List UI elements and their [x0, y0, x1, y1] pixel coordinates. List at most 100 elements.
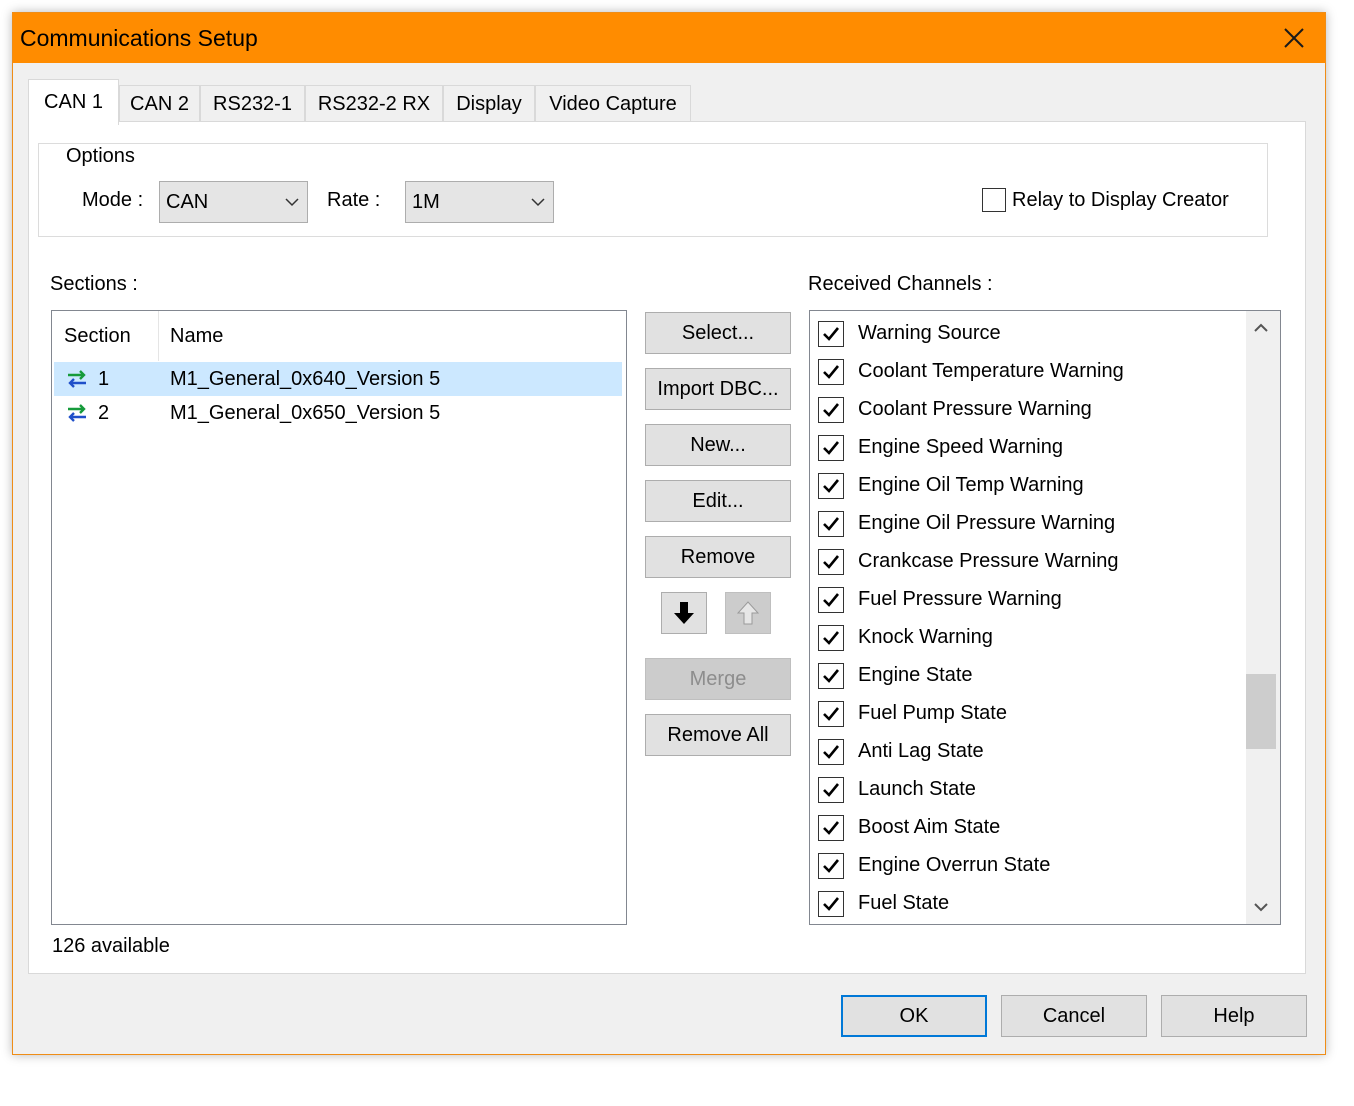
channel-name: Engine Oil Temp Warning [858, 474, 1084, 496]
tab-rs232-1[interactable]: RS232-1 [200, 85, 305, 123]
channel-checkbox[interactable] [818, 359, 844, 385]
checkmark-icon [823, 517, 840, 531]
arrow-down-icon [674, 602, 694, 624]
section-number: 1 [98, 368, 110, 390]
channel-checkbox[interactable] [818, 549, 844, 575]
channel-list-item[interactable]: Fuel Pressure Warning [818, 581, 1238, 619]
channel-name: Engine Speed Warning [858, 436, 1063, 458]
channel-list-item[interactable]: Crankcase Pressure Warning [818, 543, 1238, 581]
channel-checkbox[interactable] [818, 815, 844, 841]
edit-button[interactable]: Edit... [645, 480, 791, 522]
close-icon [1284, 28, 1304, 48]
channel-list-item[interactable]: Engine Oil Temp Warning [818, 467, 1238, 505]
select-button[interactable]: Select... [645, 312, 791, 354]
channel-checkbox[interactable] [818, 739, 844, 765]
channel-checkbox[interactable] [818, 625, 844, 651]
merge-button[interactable]: Merge [645, 658, 791, 700]
transfer-arrows-icon [68, 370, 86, 388]
tab-video-capture[interactable]: Video Capture [535, 85, 691, 123]
channel-list-item[interactable]: Engine Oil Pressure Warning [818, 505, 1238, 543]
column-header-section[interactable]: Section [52, 311, 158, 361]
channel-name: Launch State [858, 778, 976, 800]
chevron-down-icon [1254, 903, 1268, 912]
channel-name: Fuel Pressure Warning [858, 588, 1062, 610]
section-name: M1_General_0x650_Version 5 [170, 402, 441, 424]
channel-list-item[interactable]: Launch State [818, 771, 1238, 809]
rate-label: Rate : [327, 189, 381, 211]
checkmark-icon [823, 783, 840, 797]
section-number: 2 [98, 402, 110, 424]
checkmark-icon [823, 821, 840, 835]
checkmark-icon [823, 897, 840, 911]
tab-can-2[interactable]: CAN 2 [119, 85, 200, 123]
mode-dropdown[interactable]: CAN [159, 181, 308, 223]
tab-display[interactable]: Display [443, 85, 535, 123]
channel-checkbox[interactable] [818, 321, 844, 347]
channel-checkbox[interactable] [818, 777, 844, 803]
channel-name: Knock Warning [858, 626, 993, 648]
channel-list-item[interactable]: Engine Overrun State [818, 847, 1238, 885]
checkmark-icon [823, 365, 840, 379]
column-header-name[interactable]: Name [158, 311, 618, 361]
checkmark-icon [823, 441, 840, 455]
channel-list-item[interactable]: Knock Warning [818, 619, 1238, 657]
ok-button[interactable]: OK [841, 995, 987, 1037]
channel-list-item[interactable]: Fuel State [818, 885, 1238, 923]
channel-list-item[interactable]: Coolant Pressure Warning [818, 391, 1238, 429]
channel-name: Coolant Pressure Warning [858, 398, 1092, 420]
received-channels-list[interactable]: Warning Source Coolant Temperature Warnin… [809, 310, 1281, 925]
sections-list[interactable]: Section Name 1 M1_General_0x640_Version … [51, 310, 627, 925]
cancel-button[interactable]: Cancel [1001, 995, 1147, 1037]
move-up-button[interactable] [725, 592, 771, 634]
sections-label: Sections : [50, 273, 138, 295]
channel-checkbox[interactable] [818, 663, 844, 689]
channel-checkbox[interactable] [818, 587, 844, 613]
channel-checkbox[interactable] [818, 891, 844, 917]
channel-checkbox[interactable] [818, 397, 844, 423]
channels-scrollbar[interactable] [1246, 311, 1280, 924]
close-button[interactable] [1263, 13, 1325, 63]
help-button[interactable]: Help [1161, 995, 1307, 1037]
relay-checkbox[interactable] [982, 188, 1006, 212]
rate-dropdown[interactable]: 1M [405, 181, 554, 223]
channel-checkbox[interactable] [818, 511, 844, 537]
channel-checkbox[interactable] [818, 435, 844, 461]
channel-list-item[interactable]: Engine Speed Warning [818, 429, 1238, 467]
scrollbar-thumb[interactable] [1246, 674, 1276, 749]
channel-name: Engine State [858, 664, 973, 686]
checkmark-icon [823, 327, 840, 341]
import-dbc-button[interactable]: Import DBC... [645, 368, 791, 410]
chevron-up-icon [1254, 323, 1268, 332]
channel-list-item[interactable]: Fuel Pump State [818, 695, 1238, 733]
channel-name: Coolant Temperature Warning [858, 360, 1124, 382]
tab-rs232-2-rx[interactable]: RS232-2 RX [305, 85, 443, 123]
title-bar: Communications Setup [13, 13, 1325, 63]
channel-checkbox[interactable] [818, 701, 844, 727]
scroll-up-button[interactable] [1246, 311, 1276, 345]
remove-all-button[interactable]: Remove All [645, 714, 791, 756]
channel-list-item[interactable]: Anti Lag State [818, 733, 1238, 771]
new-button[interactable]: New... [645, 424, 791, 466]
channel-checkbox[interactable] [818, 853, 844, 879]
remove-button[interactable]: Remove [645, 536, 791, 578]
scroll-down-button[interactable] [1246, 890, 1276, 924]
table-row[interactable]: 1 M1_General_0x640_Version 5 [54, 362, 622, 396]
channel-name: Boost Aim State [858, 816, 1001, 838]
available-count: 126 available [52, 935, 170, 957]
checkmark-icon [823, 593, 840, 607]
channel-name: Fuel State [858, 892, 950, 914]
tab-can-1[interactable]: CAN 1 [28, 79, 119, 125]
channel-list-item[interactable]: Coolant Temperature Warning [818, 353, 1238, 391]
chevron-down-icon [285, 198, 299, 207]
channel-list-item[interactable]: Engine State [818, 657, 1238, 695]
channel-list-item[interactable]: Warning Source [818, 315, 1238, 353]
window-title: Communications Setup [20, 25, 258, 51]
chevron-down-icon [531, 198, 545, 207]
channel-checkbox[interactable] [818, 473, 844, 499]
channel-list-item[interactable]: Boost Aim State [818, 809, 1238, 847]
move-down-button[interactable] [661, 592, 707, 634]
mode-value: CAN [166, 190, 209, 213]
table-row[interactable]: 2 M1_General_0x650_Version 5 [54, 396, 622, 430]
channel-name: Anti Lag State [858, 740, 984, 762]
received-channels-label: Received Channels : [808, 273, 993, 295]
